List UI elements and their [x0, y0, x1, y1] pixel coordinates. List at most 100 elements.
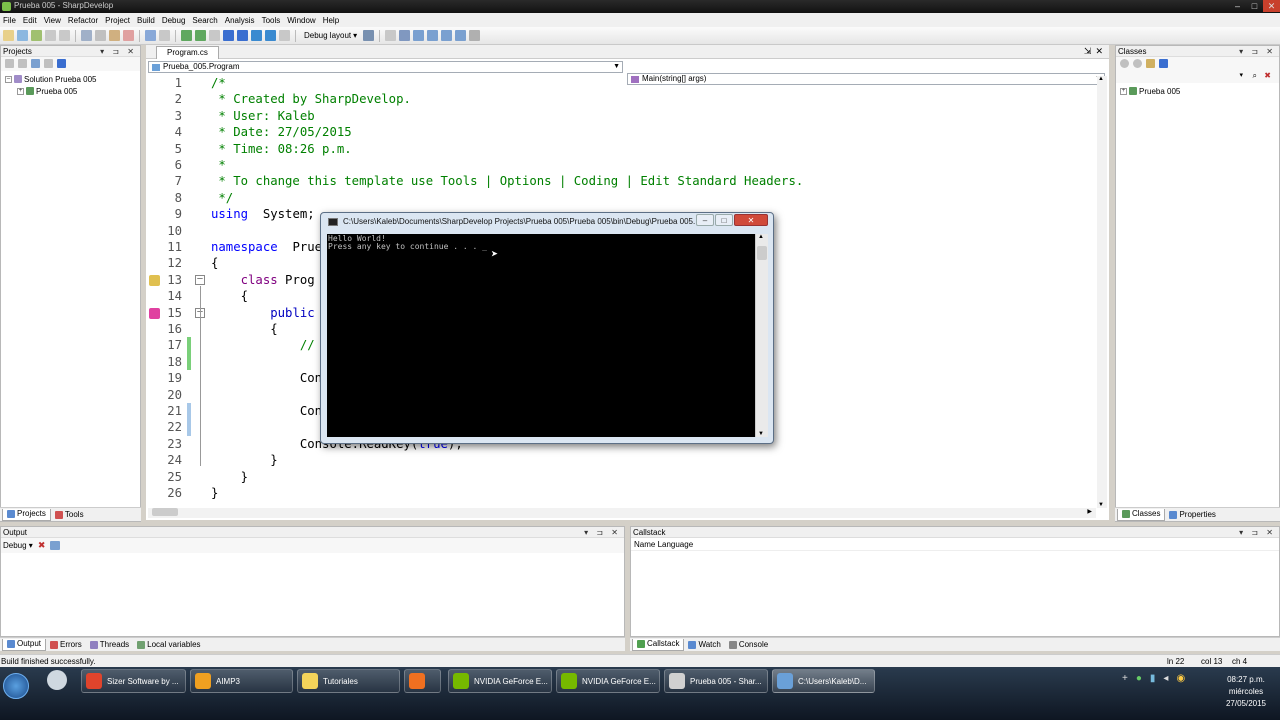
menu-item-tools[interactable]: Tools — [261, 16, 287, 25]
undo-icon[interactable] — [145, 30, 156, 41]
scroll-right-icon[interactable]: ▶ — [1087, 508, 1092, 515]
taskbar-button[interactable]: Sizer Software by ... — [81, 669, 186, 693]
cut-icon[interactable] — [81, 30, 92, 41]
code-line[interactable]: 5 * Time: 08:26 p.m. — [146, 141, 1091, 157]
run-icon[interactable] — [209, 30, 220, 41]
taskbar-button[interactable]: C:\Users\Kaleb\D... — [772, 669, 875, 693]
panel-buttons[interactable]: ▾ ⊐ ✕ — [1239, 46, 1276, 57]
code-line[interactable]: 1 /* — [146, 75, 1091, 91]
paste-icon[interactable] — [109, 30, 120, 41]
show-all-icon[interactable] — [44, 59, 53, 68]
filter-icon[interactable] — [1146, 59, 1155, 68]
console-screen[interactable]: Hello World! Press any key to continue .… — [327, 234, 755, 437]
navigate-icon[interactable] — [363, 30, 375, 41]
taskbar-button[interactable] — [404, 669, 441, 693]
next-bookmark-icon[interactable] — [441, 30, 453, 41]
properties-icon[interactable] — [57, 59, 66, 68]
taskbar-button[interactable]: AIMP3 — [190, 669, 293, 693]
volume-icon[interactable]: ◂ — [1163, 673, 1168, 684]
clock[interactable]: 08:27 p.m. miércoles 27/05/2015 — [1226, 674, 1266, 710]
console-scrollbar[interactable]: ▲ ▼ — [755, 234, 768, 437]
menu-item-debug[interactable]: Debug — [161, 16, 192, 25]
tab-watch[interactable]: Watch — [684, 639, 724, 651]
open-icon[interactable] — [31, 30, 42, 41]
code-line[interactable]: 25 } — [146, 469, 1091, 485]
step-over-icon[interactable] — [251, 30, 262, 41]
scroll-up-icon[interactable]: ▲ — [1098, 76, 1104, 82]
tab-properties[interactable]: Properties — [1165, 509, 1219, 521]
tab-classes[interactable]: Classes — [1117, 508, 1166, 521]
add-icon[interactable] — [18, 59, 27, 68]
tray-app-icon[interactable]: ● — [1136, 673, 1142, 684]
build-icon[interactable] — [181, 30, 192, 41]
tree-node-solution[interactable]: – Solution Prueba 005 — [5, 73, 136, 85]
panel-buttons[interactable]: ▾ ⊐ ✕ — [100, 46, 137, 57]
tree-node-project[interactable]: + Prueba 005 — [5, 85, 136, 97]
menu-item-help[interactable]: Help — [322, 16, 345, 25]
taskbar-button[interactable]: NVIDIA GeForce E... — [556, 669, 660, 693]
tree-node-project[interactable]: + Prueba 005 — [1120, 85, 1275, 97]
bookmark-icon[interactable] — [413, 30, 425, 41]
tab-errors[interactable]: Errors — [46, 639, 86, 651]
tab-threads[interactable]: Threads — [86, 639, 133, 651]
scroll-thumb[interactable] — [152, 508, 178, 516]
scroll-down-icon[interactable]: ▼ — [1098, 502, 1104, 508]
minimize-button[interactable]: – — [696, 214, 714, 226]
tab-projects[interactable]: Projects — [2, 508, 51, 521]
scroll-down-icon[interactable]: ▼ — [758, 431, 764, 437]
maximize-button[interactable]: □ — [715, 214, 733, 226]
vertical-scrollbar[interactable]: ▲ ▼ — [1097, 76, 1107, 508]
bookmark-icon[interactable] — [149, 274, 160, 286]
layout-dropdown[interactable]: Debug layout ▾ — [301, 31, 360, 40]
class-combo[interactable]: Prueba_005.Program ▼ — [148, 61, 623, 73]
fold-marker-icon[interactable]: – — [195, 274, 205, 285]
save-icon[interactable] — [45, 30, 56, 41]
menu-item-project[interactable]: Project — [104, 16, 136, 25]
prev-bookmark-icon[interactable] — [427, 30, 439, 41]
forward-icon[interactable] — [1133, 59, 1142, 68]
console-window[interactable]: C:\Users\Kaleb\Documents\SharpDevelop Pr… — [320, 212, 774, 444]
start-button[interactable] — [3, 673, 29, 699]
panel-buttons[interactable]: ▾ ⊐ ✕ — [584, 527, 621, 538]
document-buttons[interactable]: ⇲✕ — [1084, 46, 1107, 57]
output-source-dropdown[interactable]: Debug ▾ — [3, 541, 33, 550]
close-button[interactable]: ✕ — [1263, 0, 1280, 12]
menu-item-view[interactable]: View — [43, 16, 67, 25]
tab-local-variables[interactable]: Local variables — [133, 639, 204, 651]
copy-icon[interactable] — [95, 30, 106, 41]
code-line[interactable]: 2 * Created by SharpDevelop. — [146, 91, 1091, 107]
redo-icon[interactable] — [159, 30, 170, 41]
pinned-app-icon[interactable] — [47, 670, 67, 690]
expand-expander-icon[interactable]: + — [1120, 87, 1127, 95]
indent-icon[interactable] — [399, 30, 411, 41]
menu-item-window[interactable]: Window — [286, 16, 321, 25]
search-icon[interactable]: ⌕ — [1253, 71, 1257, 81]
expand-expander-icon[interactable]: + — [17, 87, 24, 95]
menu-item-file[interactable]: File — [2, 16, 22, 25]
chevron-down-icon[interactable]: ▾ — [1239, 71, 1243, 79]
properties-icon[interactable] — [1159, 59, 1168, 68]
refresh-icon[interactable] — [31, 59, 40, 68]
tab-callstack[interactable]: Callstack — [632, 638, 685, 651]
tab-output[interactable]: Output — [2, 638, 47, 651]
code-line[interactable]: 7 * To change this template use Tools | … — [146, 173, 1091, 189]
code-line[interactable]: 4 * Date: 27/05/2015 — [146, 124, 1091, 140]
stop-icon[interactable] — [237, 30, 248, 41]
code-line[interactable]: 26} — [146, 485, 1091, 501]
step-into-icon[interactable] — [265, 30, 276, 41]
menu-item-search[interactable]: Search — [191, 16, 223, 25]
clear-icon[interactable]: ✖ — [38, 540, 46, 551]
new-file-icon[interactable] — [3, 30, 14, 41]
back-icon[interactable] — [1120, 59, 1129, 68]
pause-icon[interactable] — [223, 30, 234, 41]
scroll-thumb[interactable] — [757, 246, 767, 260]
close-button[interactable]: ✕ — [734, 214, 768, 226]
panel-buttons[interactable]: ▾ ⊐ ✕ — [1239, 527, 1276, 538]
clear-icon[interactable]: ✖ — [1264, 71, 1271, 80]
collapse-icon[interactable] — [5, 59, 14, 68]
new-project-icon[interactable] — [17, 30, 28, 41]
taskbar-button[interactable]: Tutoriales — [297, 669, 400, 693]
network-icon[interactable]: ▮ — [1150, 673, 1156, 684]
taskbar-button[interactable]: NVIDIA GeForce E... — [448, 669, 552, 693]
tray-expand-icon[interactable]: + — [1122, 673, 1128, 684]
